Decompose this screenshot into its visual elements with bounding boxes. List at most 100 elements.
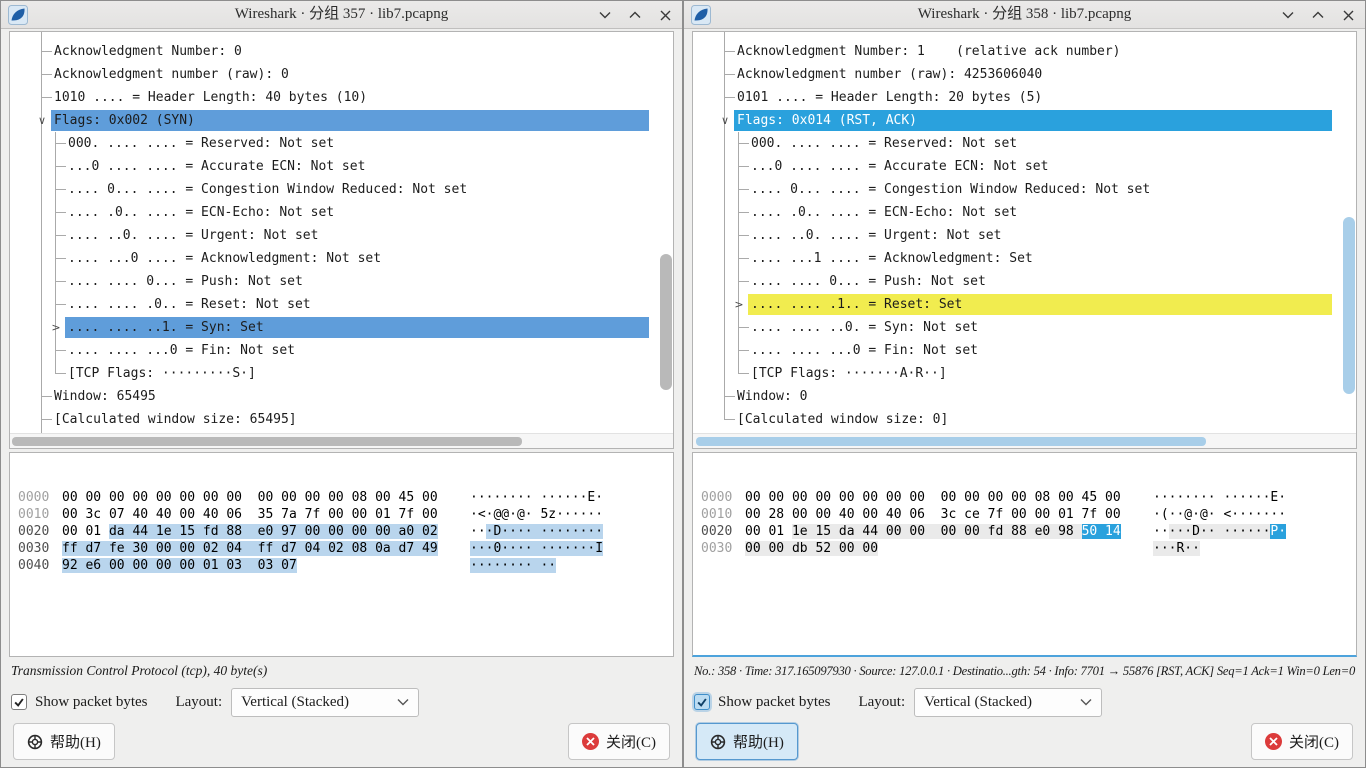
hex-offset: 0030 [18, 540, 62, 557]
maximize-chevron-up-icon[interactable] [1311, 8, 1325, 22]
tree-row[interactable]: Acknowledgment number (raw): 0 [10, 63, 659, 86]
help-button[interactable]: 帮助(H) [696, 723, 798, 760]
tree-row[interactable]: .... 0... .... = Congestion Window Reduc… [10, 178, 659, 201]
tree-tick [738, 281, 749, 282]
tree-row[interactable]: 1010 .... = Header Length: 40 bytes (10) [10, 86, 659, 109]
tree-row[interactable]: .... ...1 .... = Acknowledgment: Set [693, 247, 1342, 270]
close-button[interactable]: 关闭(C) [568, 723, 670, 760]
hex-row[interactable]: 001000 28 00 00 40 00 40 06 3c ce 7f 00 … [701, 506, 1356, 523]
tree-row[interactable]: .... .... 0... = Push: Not set [10, 270, 659, 293]
hex-offset: 0020 [701, 523, 745, 540]
tree-tick [55, 212, 66, 213]
minimize-chevron-down-icon[interactable] [1281, 8, 1295, 22]
tree-row-label: .... 0... .... = Congestion Window Reduc… [751, 182, 1150, 197]
tree-row[interactable]: .... .... ...0 = Fin: Not set [693, 339, 1342, 362]
tree-row[interactable]: Acknowledgment Number: 0 [10, 40, 659, 63]
titlebar[interactable]: Wireshark · 分组 358 · lib7.pcapng [684, 1, 1365, 29]
tree-row[interactable]: Window: 0 [693, 385, 1342, 408]
tree-row[interactable]: [TCP Flags: ·········S·] [10, 362, 659, 385]
ascii-segment: ·<·@@·@· 5z······ [470, 507, 603, 522]
tree-vertical-scrollbar[interactable] [660, 254, 672, 390]
hex-row[interactable]: 004092 e6 00 00 00 00 01 03 03 07·······… [18, 557, 673, 574]
show-packet-bytes-checkbox[interactable] [694, 694, 710, 710]
expander-closed-icon[interactable]: > [49, 316, 63, 339]
tree-row[interactable]: Acknowledgment Number: 1 (relative ack n… [693, 40, 1342, 63]
tree-horizontal-scrollbar[interactable] [696, 437, 1206, 446]
tree-row[interactable]: 000. .... .... = Reserved: Not set [693, 132, 1342, 155]
ascii-bytes: ···0···· ·······I [470, 541, 603, 556]
expander-closed-icon[interactable]: > [732, 293, 746, 316]
packet-bytes-hex-view[interactable]: 000000 00 00 00 00 00 00 00 00 00 00 00 … [9, 452, 674, 657]
hex-row[interactable]: 0030ff d7 fe 30 00 00 02 04 ff d7 04 02 … [18, 540, 673, 557]
hex-offset: 0010 [701, 506, 745, 523]
tree-row-label: 0101 .... = Header Length: 20 bytes (5) [737, 90, 1042, 105]
tree-tick [41, 396, 52, 397]
hex-row[interactable]: 002000 01 da 44 1e 15 fd 88 e0 97 00 00 … [18, 523, 673, 540]
show-packet-bytes-checkbox[interactable] [11, 694, 27, 710]
tree-row[interactable]: ∨Flags: 0x014 (RST, ACK) [693, 109, 1342, 132]
titlebar[interactable]: Wireshark · 分组 357 · lib7.pcapng [1, 1, 682, 29]
tree-row[interactable]: .... .0.. .... = ECN-Echo: Not set [693, 201, 1342, 224]
tree-hscroll-track[interactable] [10, 433, 673, 448]
hex-byte-segment: 00 00 00 00 00 00 00 00 00 00 00 00 08 0… [62, 490, 438, 505]
tree-row[interactable]: .... .0.. .... = ECN-Echo: Not set [10, 201, 659, 224]
ascii-segment: ·D···· ········ [486, 524, 603, 539]
tree-row[interactable]: >.... .... .1.. = Reset: Set [693, 293, 1342, 316]
check-icon [13, 696, 25, 708]
hex-offset: 0040 [18, 557, 62, 574]
tree-row[interactable]: .... ..0. .... = Urgent: Not set [693, 224, 1342, 247]
hex-row[interactable]: 001000 3c 07 40 40 00 40 06 35 7a 7f 00 … [18, 506, 673, 523]
hex-offset: 0010 [18, 506, 62, 523]
packet-bytes-hex-view[interactable]: 000000 00 00 00 00 00 00 00 00 00 00 00 … [692, 452, 1357, 657]
tree-rows: Acknowledgment Number: 0Acknowledgment n… [10, 32, 659, 435]
tree-row[interactable]: .... ..0. .... = Urgent: Not set [10, 224, 659, 247]
tree-vertical-scrollbar[interactable] [1343, 217, 1355, 394]
tree-row[interactable]: 0101 .... = Header Length: 20 bytes (5) [693, 86, 1342, 109]
ascii-bytes: ···R·· [1153, 541, 1200, 556]
hex-row[interactable]: 003000 00 db 52 00 00···R·· [701, 540, 1356, 557]
expander-open-icon[interactable]: ∨ [35, 109, 49, 132]
hex-row[interactable]: 000000 00 00 00 00 00 00 00 00 00 00 00 … [18, 489, 673, 506]
help-button[interactable]: 帮助(H) [13, 723, 115, 760]
tree-row-label: .... .... 0... = Push: Not set [751, 274, 986, 289]
tree-row[interactable]: .... 0... .... = Congestion Window Reduc… [693, 178, 1342, 201]
status-line: Transmission Control Protocol (tcp), 40 … [11, 663, 676, 679]
tree-row[interactable]: ...0 .... .... = Accurate ECN: Not set [10, 155, 659, 178]
tree-hscroll-track[interactable] [693, 433, 1356, 448]
tree-row[interactable]: ...0 .... .... = Accurate ECN: Not set [693, 155, 1342, 178]
hex-byte-segment: 00 00 00 00 00 00 00 00 00 00 00 00 08 0… [745, 490, 1121, 505]
red-x-circle-icon [1265, 733, 1282, 750]
tree-row[interactable]: Window: 65495 [10, 385, 659, 408]
layout-select[interactable]: Vertical (Stacked) [914, 688, 1102, 717]
tree-row[interactable]: ∨Flags: 0x002 (SYN) [10, 109, 659, 132]
packet-detail-tree: Acknowledgment Number: 1 (relative ack n… [692, 31, 1357, 449]
layout-select[interactable]: Vertical (Stacked) [231, 688, 419, 717]
tree-row[interactable]: [Calculated window size: 0] [693, 408, 1342, 431]
tree-tick [738, 235, 749, 236]
tree-row[interactable]: Acknowledgment number (raw): 4253606040 [693, 63, 1342, 86]
tree-row[interactable]: .... .... ..0. = Syn: Not set [693, 316, 1342, 339]
expander-open-icon[interactable]: ∨ [718, 109, 732, 132]
tree-row[interactable]: .... .... ...0 = Fin: Not set [10, 339, 659, 362]
minimize-chevron-down-icon[interactable] [598, 8, 612, 22]
close-x-icon[interactable] [1341, 8, 1355, 22]
hex-row[interactable]: 000000 00 00 00 00 00 00 00 00 00 00 00 … [701, 489, 1356, 506]
tree-horizontal-scrollbar[interactable] [12, 437, 522, 446]
hex-byte-segment: ff d7 fe 30 00 00 02 04 ff d7 04 02 08 0… [62, 541, 438, 556]
tree-tick [55, 281, 66, 282]
tree-row[interactable]: .... .... .0.. = Reset: Not set [10, 293, 659, 316]
layout-label: Layout: [858, 694, 905, 711]
maximize-chevron-up-icon[interactable] [628, 8, 642, 22]
tree-row-label: .... .0.. .... = ECN-Echo: Not set [68, 205, 334, 220]
tree-row[interactable]: [Calculated window size: 65495] [10, 408, 659, 431]
tree-row[interactable]: >.... .... ..1. = Syn: Set [10, 316, 659, 339]
tree-row[interactable]: .... ...0 .... = Acknowledgment: Not set [10, 247, 659, 270]
show-packet-bytes-label: Show packet bytes [718, 694, 830, 711]
tree-row[interactable]: .... .... 0... = Push: Not set [693, 270, 1342, 293]
tree-row[interactable]: [TCP Flags: ·······A·R··] [693, 362, 1342, 385]
close-button[interactable]: 关闭(C) [1251, 723, 1353, 760]
hex-row[interactable]: 002000 01 1e 15 da 44 00 00 00 00 fd 88 … [701, 523, 1356, 540]
tree-row[interactable]: 000. .... .... = Reserved: Not set [10, 132, 659, 155]
close-x-icon[interactable] [658, 8, 672, 22]
close-button-label: 关闭(C) [606, 731, 656, 752]
